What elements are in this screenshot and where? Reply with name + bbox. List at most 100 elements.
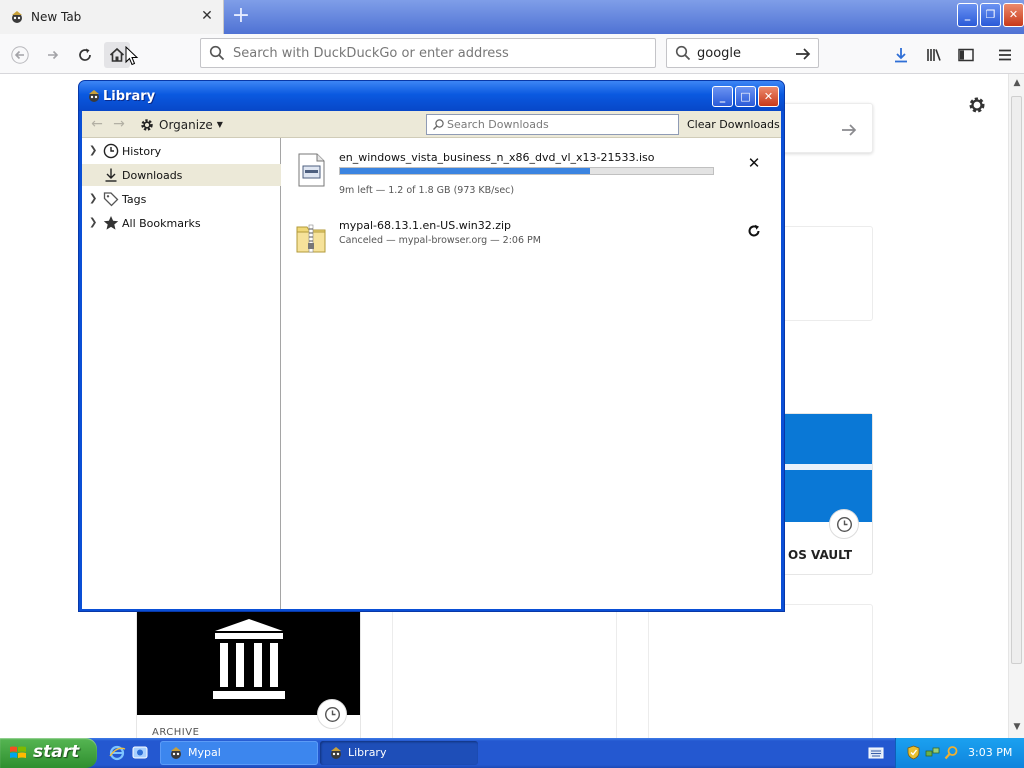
mypal-favicon-icon: [12, 11, 22, 23]
search-input[interactable]: [697, 39, 787, 67]
sidebar-item-downloads[interactable]: Downloads: [82, 164, 281, 186]
clock-icon: [103, 143, 119, 159]
taskbar-item-mypal[interactable]: Mypal: [160, 741, 318, 765]
library-icon: [927, 49, 941, 61]
windows-logo-icon: [10, 746, 26, 758]
download-progress-fill: [340, 168, 590, 174]
network-icon[interactable]: [925, 745, 940, 760]
search-bar[interactable]: [666, 38, 819, 68]
scroll-down-arrow-icon[interactable]: ▼: [1012, 722, 1022, 732]
tab-close-icon[interactable]: ✕: [200, 7, 214, 25]
library-forward-arrow-icon[interactable]: →: [110, 115, 128, 133]
page-scrollbar[interactable]: ▲ ▼: [1008, 74, 1024, 738]
scrollbar-thumb[interactable]: [1011, 96, 1022, 664]
sidebar-item-label: History: [122, 145, 162, 158]
retry-download-icon[interactable]: [744, 221, 764, 241]
downloads-button[interactable]: [888, 42, 914, 68]
desktop-quicklaunch-icon[interactable]: [131, 744, 149, 762]
system-tray: 3:03 PM: [895, 738, 1024, 768]
archive-building-icon: [213, 619, 285, 699]
highlight-tile[interactable]: [392, 604, 617, 744]
library-sidebar: ❯ History Downloads ❯ Tags ❯ All Bookmar…: [82, 138, 281, 609]
downloads-list: en_windows_vista_business_n_x86_dvd_vl_x…: [282, 138, 781, 609]
start-button[interactable]: start: [0, 738, 97, 768]
newtab-search-box[interactable]: [780, 103, 873, 153]
search-submit-arrow-icon[interactable]: [839, 120, 859, 140]
search-downloads-box[interactable]: [426, 114, 679, 135]
tab-title: New Tab: [31, 10, 82, 24]
tile-thumbnail: [781, 414, 872, 522]
library-titlebar[interactable]: Library _ □ ✕: [79, 81, 784, 111]
clear-downloads-button[interactable]: Clear Downloads: [687, 118, 780, 131]
menu-button[interactable]: [992, 42, 1018, 68]
tile-title: ARCHIVE: [152, 727, 200, 738]
download-status: 9m left — 1.2 of 1.8 GB (973 KB/sec): [339, 185, 515, 196]
search-icon: [433, 119, 444, 130]
browser-window-controls: _ ❐ ✕: [957, 3, 1024, 29]
topsite-tile[interactable]: [780, 226, 873, 321]
search-go-icon[interactable]: [792, 43, 814, 65]
close-window-button[interactable]: ✕: [1003, 3, 1024, 27]
scroll-up-arrow-icon[interactable]: ▲: [1012, 78, 1022, 88]
library-minimize-button[interactable]: _: [712, 86, 733, 107]
zip-file-icon: [296, 224, 326, 253]
security-shield-icon[interactable]: [906, 745, 921, 760]
tab-new-tab[interactable]: New Tab ✕: [0, 0, 224, 34]
sidebar-item-all-bookmarks[interactable]: ❯ All Bookmarks: [82, 212, 281, 234]
mypal-app-icon: [331, 747, 341, 759]
expand-chevron-icon[interactable]: ❯: [89, 193, 98, 205]
sidebar-item-tags[interactable]: ❯ Tags: [82, 188, 281, 210]
forward-button[interactable]: [40, 42, 66, 68]
newtab-settings-gear-icon[interactable]: [966, 94, 988, 116]
clock-icon: [836, 516, 853, 533]
search-engine-icon: [675, 45, 691, 61]
expand-chevron-icon[interactable]: ❯: [89, 145, 98, 157]
home-icon: [109, 47, 125, 62]
download-arrow-icon: [895, 48, 907, 63]
reload-button[interactable]: [72, 42, 98, 68]
mypal-app-icon: [171, 747, 181, 759]
taskbar: start Mypal Library 3:03 PM: [0, 738, 1024, 768]
sidebar-toggle-button[interactable]: [953, 42, 979, 68]
tag-icon: [103, 192, 119, 207]
library-window-controls: _ □ ✕: [712, 86, 779, 107]
organize-button[interactable]: Organize ▼: [139, 115, 223, 134]
cancel-download-icon[interactable]: ✕: [744, 153, 764, 173]
search-tray-icon[interactable]: [944, 745, 959, 760]
expand-chevron-icon[interactable]: ❯: [89, 217, 98, 229]
navigation-toolbar: [0, 34, 1024, 74]
new-tab-button[interactable]: +: [228, 4, 254, 30]
download-item[interactable]: en_windows_vista_business_n_x86_dvd_vl_x…: [282, 143, 781, 205]
tile-history-badge: [317, 699, 347, 729]
dropdown-arrow-icon: ▼: [216, 120, 223, 129]
back-button[interactable]: [7, 42, 33, 68]
highlight-tile-vault[interactable]: OS VAULT: [780, 413, 873, 575]
library-close-button[interactable]: ✕: [758, 86, 779, 107]
ie-quicklaunch-icon[interactable]: [108, 744, 126, 762]
library-title: Library: [103, 89, 156, 104]
taskbar-item-library[interactable]: Library: [320, 741, 478, 765]
keyboard-language-icon[interactable]: [868, 746, 884, 760]
mouse-cursor-icon: [125, 46, 139, 66]
library-maximize-button[interactable]: □: [735, 86, 756, 107]
highlight-tile-archive[interactable]: ARCHIVE: [136, 604, 361, 744]
library-toolbar: ← → Organize ▼ Clear Downloads: [82, 111, 781, 138]
organize-label: Organize: [159, 117, 213, 132]
library-window: Library _ □ ✕ ← → Organize ▼ Clear Downl…: [78, 80, 785, 612]
restore-button[interactable]: ❐: [980, 3, 1001, 27]
star-icon: [103, 216, 119, 230]
hamburger-menu-icon: [999, 49, 1011, 61]
sidebar-item-history[interactable]: ❯ History: [82, 140, 281, 162]
minimize-button[interactable]: _: [957, 3, 978, 27]
highlight-tile[interactable]: [648, 604, 873, 744]
url-input[interactable]: [233, 39, 643, 67]
library-button[interactable]: [921, 42, 947, 68]
clock-icon: [324, 706, 341, 723]
url-bar[interactable]: [200, 38, 656, 68]
search-downloads-input[interactable]: [447, 115, 672, 134]
download-filename: en_windows_vista_business_n_x86_dvd_vl_x…: [339, 151, 655, 164]
library-back-arrow-icon[interactable]: ←: [88, 115, 106, 133]
download-item[interactable]: mypal-68.13.1.en-US.win32.zip Canceled —…: [282, 211, 781, 273]
sidebar-icon: [958, 48, 974, 62]
system-clock: 3:03 PM: [968, 746, 1013, 759]
